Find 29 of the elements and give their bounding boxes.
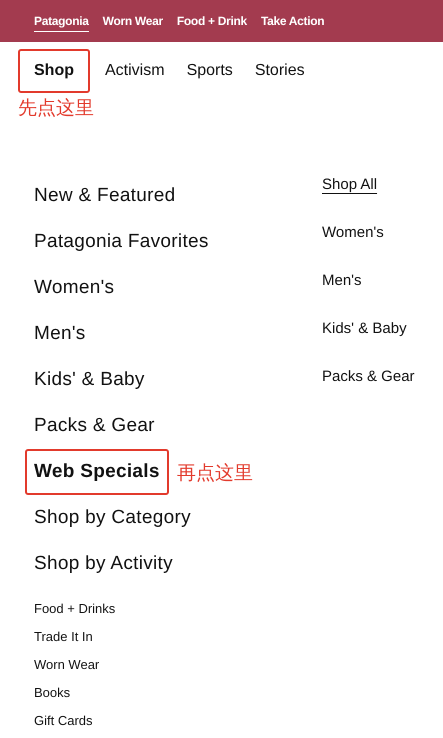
menu-item[interactable]: New & Featured (34, 173, 178, 219)
nav-tab[interactable]: Shop (18, 49, 90, 93)
nav-tab[interactable]: Sports (176, 49, 244, 93)
menu-item[interactable]: Men's (34, 311, 88, 357)
side-link[interactable]: Men's (322, 269, 415, 293)
nav-tab[interactable]: Stories (244, 49, 316, 93)
side-link[interactable]: Women's (322, 221, 415, 245)
menu-item[interactable]: Web Specials (25, 449, 169, 495)
annotation-note: 再点这里 (176, 462, 253, 486)
footer-link[interactable]: Trade It In (34, 623, 93, 651)
menu-item[interactable]: Packs & Gear (34, 403, 157, 449)
menu-item[interactable]: Women's (34, 265, 116, 311)
nav-tab[interactable]: Activism (94, 49, 176, 93)
footer-link[interactable]: Gift Cards (34, 707, 93, 735)
brand-tab[interactable]: Worn Wear (102, 10, 163, 32)
menu-item[interactable]: Kids' & Baby (34, 357, 147, 403)
footer-link[interactable]: Worn Wear (34, 651, 100, 679)
side-link[interactable]: Packs & Gear (322, 365, 415, 389)
menu-item[interactable]: Shop by Activity (34, 541, 175, 587)
brand-tab[interactable]: Food + Drink (176, 10, 247, 32)
menu-item[interactable]: Shop by Category (34, 495, 193, 541)
side-link[interactable]: Kids' & Baby (322, 317, 415, 341)
brand-tab[interactable]: Take Action (260, 10, 324, 32)
footer-link[interactable]: Food + Drinks (34, 595, 116, 623)
side-link[interactable]: Shop All (322, 173, 415, 197)
footer-link[interactable]: Books (34, 679, 70, 707)
menu-item[interactable]: Patagonia Favorites (34, 219, 211, 265)
annotation-note: 先点这里 (18, 97, 94, 121)
brand-tab[interactable]: Patagonia (34, 10, 89, 32)
